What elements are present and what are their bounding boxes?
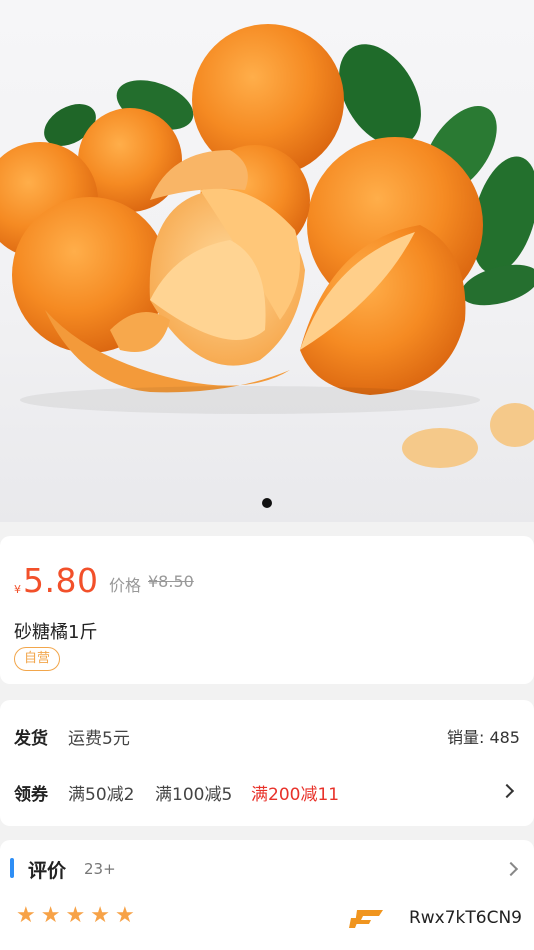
shipping-coupon-card — [0, 700, 534, 826]
review-rating: ★ ★ ★ ★ ★ — [16, 905, 135, 927]
star-icon: ★ — [90, 903, 110, 928]
carousel-indicator-dot[interactable] — [262, 498, 272, 508]
coupon-item[interactable]: 满100减5 — [155, 780, 232, 805]
self-operated-badge: 自营 — [14, 647, 61, 671]
sales-count: 销量: 485 — [446, 728, 520, 747]
review-count: 23+ — [84, 860, 116, 878]
review-card — [0, 840, 534, 950]
star-icon: ★ — [65, 903, 86, 928]
user-avatar-logo-icon — [349, 910, 383, 928]
product-photo — [0, 24, 534, 468]
star-icon: ★ — [40, 903, 61, 928]
coupon-label: 领券 — [14, 785, 48, 805]
shipping-fee: 运费5元 — [68, 729, 130, 749]
current-price: 5.80 — [23, 561, 99, 600]
original-price-label: 价格 — [109, 576, 142, 595]
star-icon: ★ — [16, 903, 36, 928]
currency-symbol: ¥ — [14, 583, 21, 596]
product-image-carousel[interactable] — [0, 0, 534, 522]
reviewer-name: Rwx7kT6CN9 — [408, 908, 522, 928]
price-card — [0, 536, 534, 684]
coupon-item-highlight[interactable]: 满200减11 — [251, 780, 339, 805]
shipping-label: 发货 — [14, 729, 48, 749]
review-section-title: 评价 — [28, 860, 67, 882]
original-price: ¥8.50 — [148, 572, 194, 591]
coupon-item[interactable]: 满50减2 — [68, 780, 134, 805]
star-icon: ★ — [114, 903, 135, 928]
product-title: 砂糖橘1斤 — [14, 622, 98, 643]
section-accent-bar — [10, 858, 14, 878]
